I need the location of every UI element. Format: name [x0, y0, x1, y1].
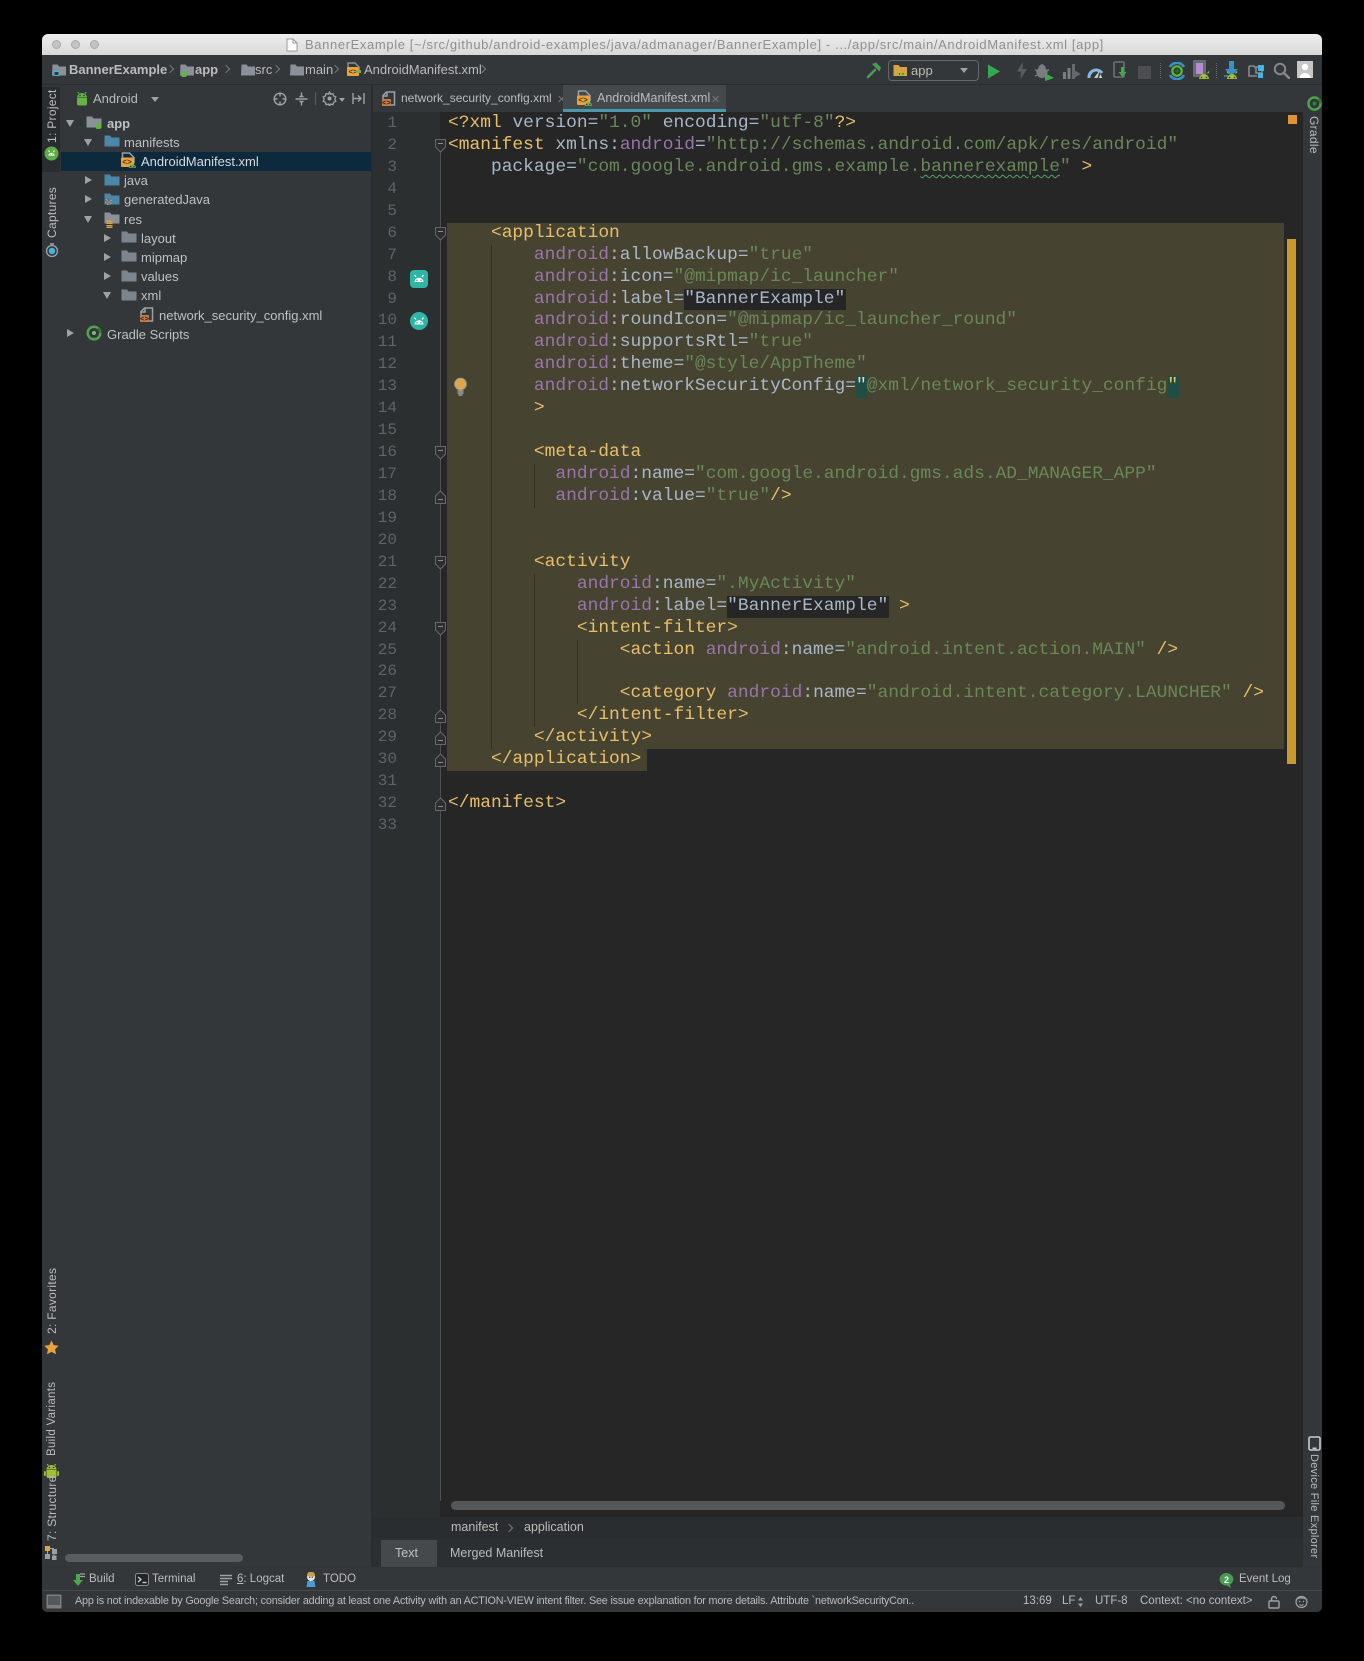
svg-text:2: 2: [1224, 1575, 1229, 1585]
svg-text:<>: <>: [140, 316, 150, 323]
svg-text:<>: <>: [382, 100, 392, 107]
